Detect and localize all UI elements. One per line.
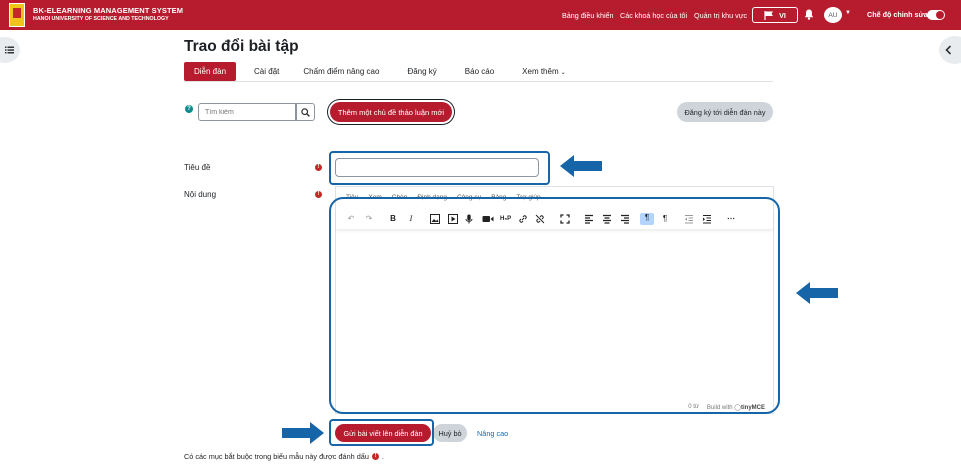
required-note-text: Có các mục bắt buộc trong biểu mẫu này đ… <box>184 452 369 461</box>
block-drawer-button[interactable] <box>939 36 961 64</box>
chevron-left-icon <box>945 45 952 55</box>
brand-title: BK-ELEARNING MANAGEMENT SYSTEM <box>33 6 184 15</box>
help-icon[interactable]: ? <box>185 105 193 113</box>
university-logo[interactable] <box>9 3 25 27</box>
notification-bell-icon[interactable] <box>804 9 814 20</box>
site-brand[interactable]: BK-ELEARNING MANAGEMENT SYSTEM HANOI UNI… <box>33 6 183 23</box>
tab-subscriptions[interactable]: Đăng ký <box>397 62 446 81</box>
editor-highlight-box <box>329 197 780 414</box>
period-text: . <box>381 452 384 461</box>
brand-subtitle: HANOI UNIVERSITY OF SCIENCE AND TECHNOLO… <box>33 16 169 22</box>
tab-more-label: Xem thêm <box>522 66 559 76</box>
edit-mode-label: Chế độ chỉnh sửa <box>867 10 928 19</box>
flag-icon <box>764 10 774 20</box>
course-index-drawer-button[interactable] <box>0 37 20 63</box>
tab-settings[interactable]: Cài đặt <box>244 62 289 81</box>
submit-highlight-box <box>329 419 434 446</box>
search-icon <box>301 107 310 117</box>
message-label: Nội dung <box>184 190 217 199</box>
language-code: VI <box>779 10 786 20</box>
forum-search-input[interactable] <box>198 103 296 121</box>
subject-label: Tiêu đề <box>184 163 211 172</box>
tabs-divider <box>184 81 773 82</box>
user-menu-chevron-down-icon[interactable]: ▼ <box>845 10 851 16</box>
secondary-navigation: Diễn đàn Cài đặt Chấm điểm nâng cao Đăng… <box>184 61 576 81</box>
arrow-left-icon <box>796 282 838 304</box>
subscribe-forum-button[interactable]: Đăng ký tới diễn đàn này <box>677 102 773 122</box>
nav-my-courses[interactable]: Các khoá học của tôi <box>620 0 687 30</box>
nav-dashboard[interactable]: Bảng điều khiển <box>562 0 614 30</box>
user-avatar[interactable]: AU <box>824 7 842 23</box>
top-navbar: BK-ELEARNING MANAGEMENT SYSTEM HANOI UNI… <box>0 0 961 30</box>
arrow-right-icon <box>282 422 324 444</box>
page-title: Trao đổi bài tập <box>184 38 299 55</box>
tab-forum[interactable]: Diễn đàn <box>184 61 237 81</box>
subject-highlight-box <box>329 151 550 185</box>
edit-mode-toggle[interactable] <box>927 10 945 20</box>
tab-advanced-grading[interactable]: Chấm điểm nâng cao <box>293 62 389 81</box>
required-icon: ! <box>371 453 379 460</box>
chevron-down-icon: ⌄ <box>560 69 566 76</box>
tab-more[interactable]: Xem thêm ⌄ <box>512 62 576 81</box>
cancel-button[interactable]: Huỷ bỏ <box>433 424 467 442</box>
advanced-link[interactable]: Nâng cao <box>477 429 508 438</box>
required-icon: ! <box>315 164 322 171</box>
tab-reports[interactable]: Báo cáo <box>455 62 504 81</box>
list-icon <box>5 46 14 54</box>
nav-site-admin[interactable]: Quản trị khu vực <box>694 0 747 30</box>
required-icon: ! <box>315 191 322 198</box>
search-button[interactable] <box>296 103 315 121</box>
add-discussion-topic-button[interactable]: Thêm một chủ đề thảo luận mới <box>330 102 452 122</box>
arrow-left-icon <box>560 155 602 177</box>
language-menu[interactable]: VI <box>752 7 798 23</box>
required-fields-note: Có các mục bắt buộc trong biểu mẫu này đ… <box>184 452 384 461</box>
